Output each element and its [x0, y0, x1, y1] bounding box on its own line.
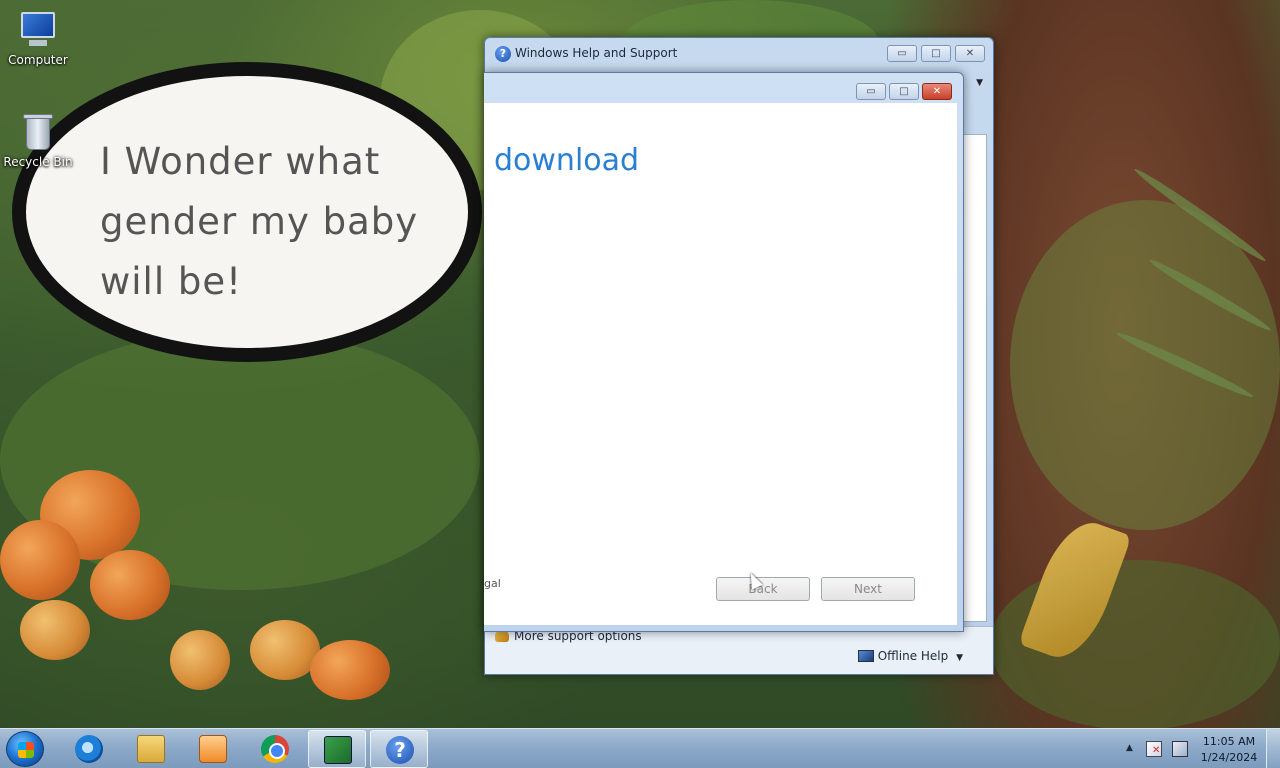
maximize-button[interactable]: □ [889, 83, 919, 100]
show-desktop-button[interactable] [1266, 729, 1280, 768]
download-wizard-window: ▭ □ ✕ download gal Back Next [484, 72, 964, 632]
pumpkin-decoration [170, 630, 230, 690]
desktop-icon-label: Recycle Bin [3, 155, 73, 169]
window-title: Windows Help and Support [515, 46, 678, 60]
show-hidden-icons-arrow-icon[interactable]: ▲ [1126, 743, 1133, 753]
help-content-pane [961, 134, 987, 622]
pumpkin-decoration [20, 600, 90, 660]
offline-help-label: Offline Help [877, 649, 949, 663]
taskbar-chrome[interactable] [246, 730, 304, 768]
desktop-icon-recycle-bin[interactable]: Recycle Bin [0, 112, 76, 169]
desktop-icon-label: Computer [8, 53, 68, 67]
next-button[interactable]: Next [821, 577, 915, 601]
taskbar-help-and-support[interactable]: ? [370, 730, 428, 768]
wizard-heading: download [494, 143, 640, 178]
computer-icon [15, 10, 61, 50]
network-icon[interactable] [1172, 741, 1188, 757]
media-player-icon [199, 735, 227, 763]
maximize-button[interactable]: □ [921, 45, 951, 62]
offline-help-button[interactable]: Offline Help ▼ [857, 649, 963, 663]
speech-bubble-text: I Wonder what gender my baby will be! [100, 140, 419, 303]
recycle-bin-icon [23, 112, 53, 152]
start-button[interactable] [6, 731, 44, 767]
foliage-decoration [1010, 200, 1280, 530]
pumpkin-decoration [310, 640, 390, 700]
taskbar-media-player[interactable] [184, 730, 242, 768]
back-button[interactable]: Back [716, 577, 810, 601]
internet-explorer-icon [75, 735, 103, 763]
pumpkin-decoration [0, 520, 80, 600]
computer-monitor-icon [857, 650, 874, 662]
close-button[interactable]: ✕ [922, 83, 952, 100]
system-clock[interactable]: 11:05 AM 1/24/2024 [1196, 734, 1262, 766]
minimize-button[interactable]: ▭ [887, 45, 917, 62]
help-footer: More support options Offline Help ▼ [485, 626, 993, 674]
taskbar-windows-explorer[interactable] [122, 730, 180, 768]
action-center-flag-icon[interactable] [1146, 741, 1162, 757]
chevron-down-icon: ▼ [956, 653, 963, 663]
windows-logo-icon [18, 742, 34, 758]
clock-date: 1/24/2024 [1200, 751, 1258, 764]
taskbar: ? ▲ 11:05 AM 1/24/2024 [0, 728, 1280, 768]
folder-icon [137, 735, 165, 763]
taskbar-installer[interactable] [308, 730, 366, 768]
close-button[interactable]: ✕ [955, 45, 985, 62]
taskbar-internet-explorer[interactable] [60, 730, 118, 768]
help-icon: ? [386, 736, 414, 764]
installer-icon [324, 736, 352, 764]
wizard-content: download gal Back Next [484, 103, 957, 625]
pumpkin-decoration [90, 550, 170, 620]
help-icon: ? [495, 46, 511, 62]
chrome-icon [261, 735, 289, 763]
title-bar[interactable]: ? Windows Help and Support ▭ □ ✕ [485, 38, 993, 70]
desktop-icon-computer[interactable]: Computer [0, 10, 76, 67]
options-dropdown-arrow-icon[interactable]: ▼ [976, 78, 983, 88]
legal-link[interactable]: gal [484, 577, 501, 590]
clock-time: 11:05 AM [1202, 735, 1256, 748]
minimize-button[interactable]: ▭ [856, 83, 886, 100]
